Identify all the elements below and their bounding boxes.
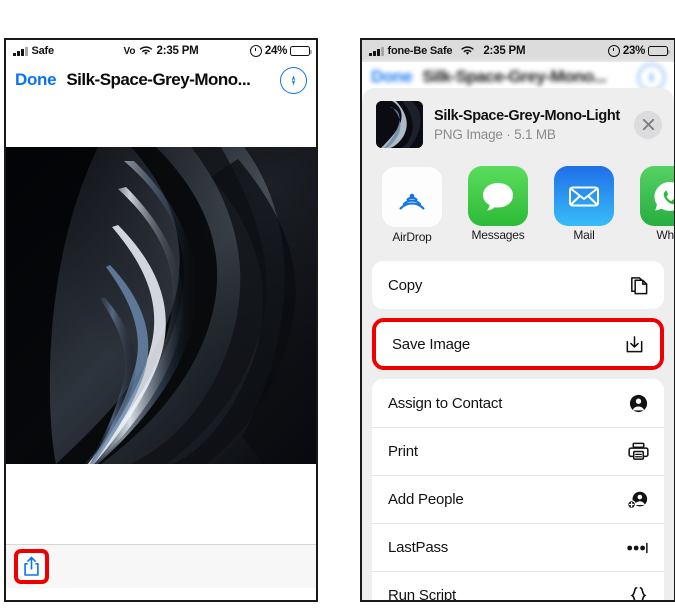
share-target-mail[interactable]: Mail <box>550 166 618 246</box>
action-group-rest: Assign to Contact Print Add People LastP… <box>372 379 664 600</box>
carrier-label: fone-Be Safe <box>387 45 453 57</box>
app-label: Messages <box>471 228 525 242</box>
app-label: AirDrop <box>392 230 432 244</box>
left-status-bar: Safe Vo 2:35 PM 24% <box>6 40 316 62</box>
braces-icon <box>626 584 650 600</box>
share-target-messages[interactable]: Messages <box>464 166 532 246</box>
done-button-background: Done <box>371 67 413 86</box>
cellular-bars-icon <box>13 46 28 56</box>
wifi-icon <box>461 46 475 55</box>
action-row-run-script[interactable]: Run Script <box>372 571 664 600</box>
battery-percent-label: 24% <box>264 45 287 57</box>
messages-icon <box>468 166 528 226</box>
left-nav-bar: Done Silk-Space-Grey-Mono... <box>6 62 316 98</box>
contact-icon <box>626 391 650 415</box>
printer-icon <box>626 440 650 464</box>
safari-markup-icon <box>638 63 665 91</box>
app-share-row[interactable]: AirDrop Messages Mail Wh <box>362 160 674 252</box>
page-title: Silk-Space-Grey-Mono... <box>66 70 251 89</box>
save-download-icon <box>622 332 646 356</box>
action-row-assign-to-contact[interactable]: Assign to Contact <box>372 379 664 427</box>
silk-wallpaper-graphic <box>6 147 316 464</box>
page-title-background: Silk-Space-Grey-Mono... <box>422 67 607 86</box>
battery-icon <box>648 46 670 56</box>
action-group-copy: Copy <box>372 261 664 309</box>
add-people-icon <box>626 488 650 512</box>
lower-white-gap <box>6 464 316 544</box>
status-right-group-right: 23% <box>607 45 670 57</box>
action-label: LastPass <box>388 539 449 556</box>
share-upload-icon <box>24 556 39 576</box>
action-label: Print <box>388 443 418 460</box>
file-meta-label: PNG Image · 5.1 MB <box>434 126 556 142</box>
nav-right-group <box>280 66 307 94</box>
upper-white-gap <box>6 98 316 147</box>
photo-viewer[interactable] <box>6 147 316 464</box>
action-label: Add People <box>388 491 464 508</box>
nav-right-group-background <box>638 63 665 91</box>
status-center-group: Vo 2:35 PM <box>123 45 198 57</box>
screenshot-stage: Safe Vo 2:35 PM 24% Done Silk-Space-Grey… <box>0 0 675 616</box>
right-status-bar: fone-Be Safe 2:35 PM 23% <box>362 40 674 62</box>
whatsapp-icon <box>640 166 674 226</box>
action-row-save-image[interactable]: Save Image <box>376 322 660 366</box>
share-sheet-header: Silk-Space-Grey-Mono-Light PNG Image · 5… <box>362 88 674 160</box>
right-phone-screen: fone-Be Safe 2:35 PM 23% Done Silk-Space… <box>360 38 675 602</box>
share-sheet: Silk-Space-Grey-Mono-Light PNG Image · 5… <box>362 88 674 600</box>
status-right-group: 24% <box>249 45 312 57</box>
file-thumbnail <box>376 101 423 148</box>
battery-icon <box>290 46 312 56</box>
mail-icon <box>554 166 614 226</box>
action-row-print[interactable]: Print <box>372 427 664 475</box>
bottom-toolbar <box>6 544 316 588</box>
app-label: What <box>656 228 674 242</box>
copy-icon <box>626 273 650 297</box>
share-button-highlight[interactable] <box>14 549 49 584</box>
volte-label: Vo <box>123 45 136 57</box>
file-name-label: Silk-Space-Grey-Mono-Light <box>434 107 620 124</box>
action-row-copy[interactable]: Copy <box>372 261 664 309</box>
airdrop-icon <box>381 166 443 228</box>
battery-percent-label: 23% <box>622 45 645 57</box>
clock-label: 2:35 PM <box>483 45 526 57</box>
lastpass-dots-icon <box>626 536 650 560</box>
action-label: Run Script <box>388 587 457 600</box>
share-target-whatsapp[interactable]: What <box>636 166 674 246</box>
action-label: Assign to Contact <box>388 394 503 412</box>
share-target-airdrop[interactable]: AirDrop <box>378 166 446 246</box>
wifi-icon <box>139 46 153 55</box>
action-row-lastpass[interactable]: LastPass <box>372 523 664 571</box>
action-label: Copy <box>388 276 423 294</box>
action-row-add-people[interactable]: Add People <box>372 475 664 523</box>
safari-markup-icon[interactable] <box>280 66 307 94</box>
alarm-clock-icon <box>249 45 262 57</box>
cellular-bars-icon <box>369 46 384 56</box>
action-list: Copy Save Image Assign to Contact Print … <box>372 261 664 600</box>
clock-label: 2:35 PM <box>156 45 199 57</box>
carrier-label: Safe <box>31 45 55 57</box>
app-label: Mail <box>573 228 595 242</box>
alarm-clock-icon <box>607 45 620 57</box>
status-left-group-right: fone-Be Safe 2:35 PM <box>369 45 526 57</box>
action-label: Save Image <box>392 335 471 353</box>
left-phone-screen: Safe Vo 2:35 PM 24% Done Silk-Space-Grey… <box>4 38 318 602</box>
close-icon[interactable] <box>634 110 662 139</box>
file-info: Silk-Space-Grey-Mono-Light PNG Image · 5… <box>434 108 623 142</box>
done-button[interactable]: Done <box>15 70 57 90</box>
status-left-group: Safe <box>13 45 54 57</box>
action-row-save-image-highlight[interactable]: Save Image <box>372 318 664 370</box>
